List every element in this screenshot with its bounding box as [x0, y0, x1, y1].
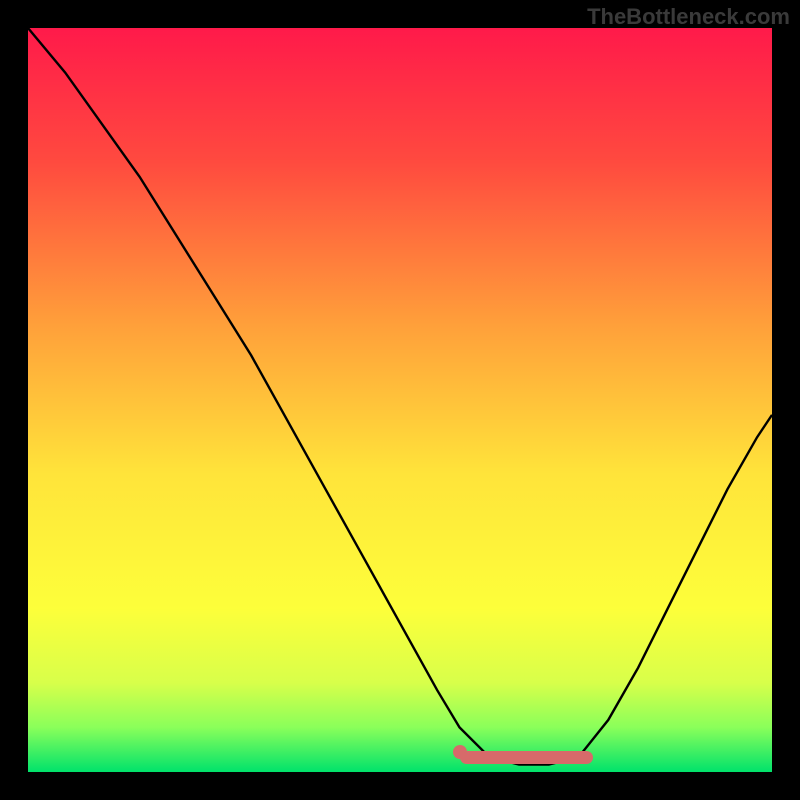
bottleneck-curve	[28, 28, 772, 772]
chart-container: TheBottleneck.com	[0, 0, 800, 800]
plot-area	[28, 28, 772, 772]
highlight-optimal-range	[460, 751, 594, 764]
watermark-text: TheBottleneck.com	[587, 4, 790, 30]
